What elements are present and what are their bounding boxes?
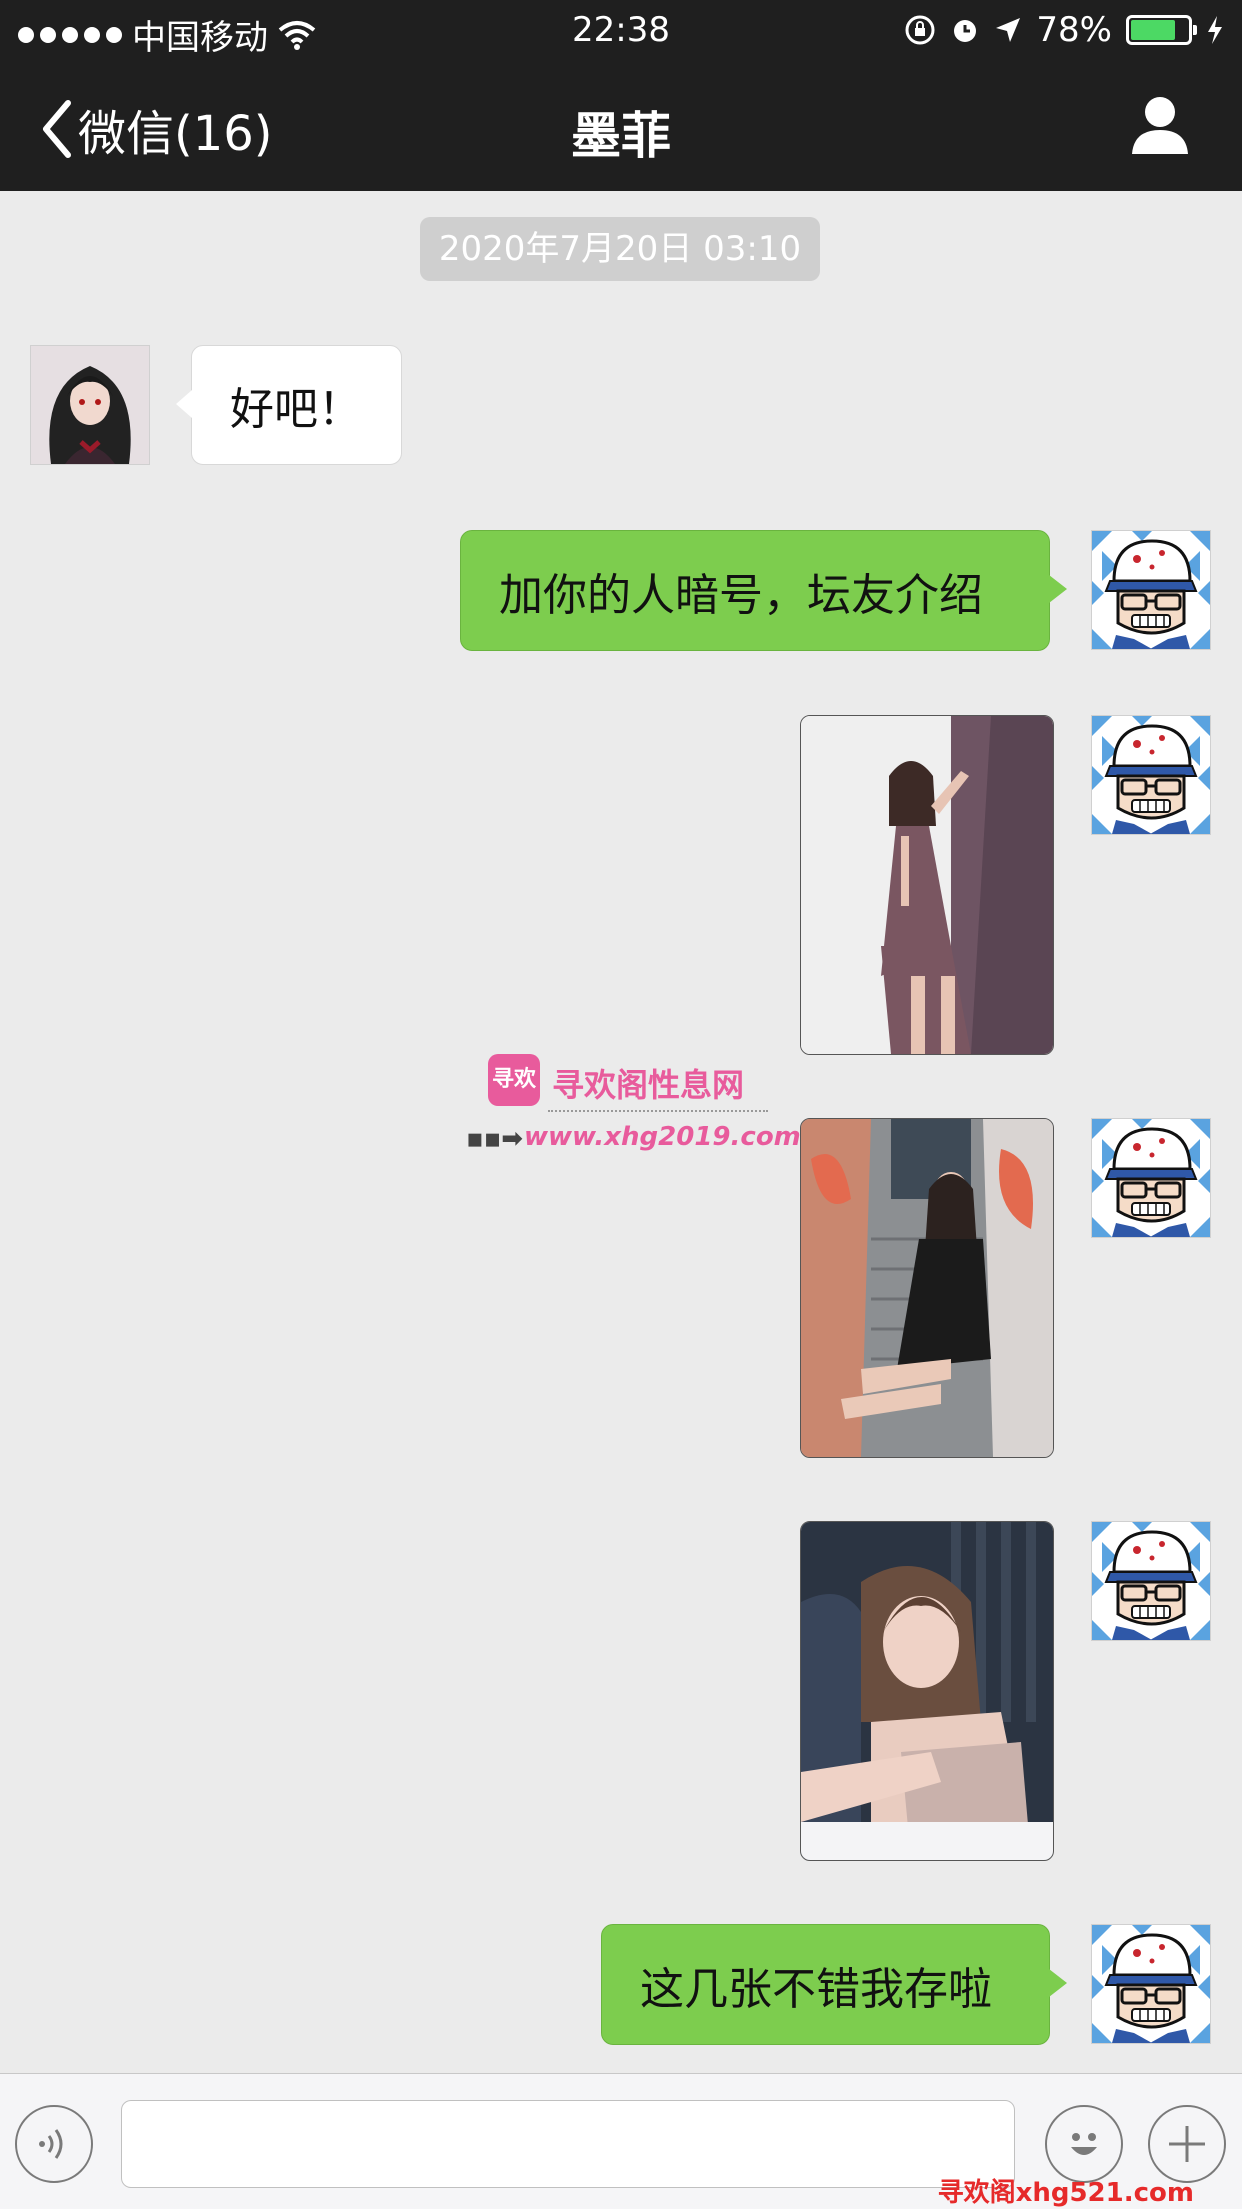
- cartoon-avatar-icon: [1092, 1522, 1210, 1640]
- message-input[interactable]: [121, 2100, 1015, 2188]
- watermark: 寻欢 寻欢阁性息网 ▪▪➡ www.xhg2019.com: [466, 1052, 801, 1162]
- chat-timestamp: 2020年7月20日 03:10: [420, 217, 820, 281]
- watermark-url: www.xhg2019.com: [524, 1122, 801, 1152]
- message-bubble-received[interactable]: 好吧！: [176, 345, 402, 465]
- voice-button[interactable]: [15, 2105, 93, 2183]
- emoji-icon: [1071, 2133, 1097, 2155]
- chat-title: 墨菲: [571, 107, 671, 165]
- footer-watermark: 寻欢阁xhg521.com: [937, 2178, 1194, 2208]
- cartoon-avatar-icon: [1092, 531, 1210, 649]
- message-text: 这几张不错我存啦: [640, 1963, 992, 2015]
- contact-avatar[interactable]: [30, 345, 150, 465]
- message-text: 加你的人暗号，坛友介绍: [499, 569, 983, 621]
- photo-1-image: [801, 716, 1053, 1054]
- status-bar: 中国移动 22:38 78%: [0, 0, 1242, 64]
- voice-icon: [39, 2129, 63, 2159]
- profile-icon[interactable]: [1130, 94, 1190, 156]
- watermark-divider: [548, 1110, 768, 1112]
- photo-2-image: [801, 1119, 1053, 1457]
- my-avatar[interactable]: [1091, 1118, 1211, 1238]
- photo-message-1[interactable]: [800, 715, 1054, 1055]
- my-avatar[interactable]: [1091, 1924, 1211, 2044]
- photo-message-2[interactable]: [800, 1118, 1054, 1458]
- rotation-lock-icon: [905, 15, 935, 45]
- photo-message-3[interactable]: [800, 1521, 1054, 1861]
- cartoon-avatar-icon: [1092, 1925, 1210, 2043]
- my-avatar[interactable]: [1091, 715, 1211, 835]
- nav-bar: 微信(16) 墨菲: [0, 64, 1242, 191]
- my-avatar[interactable]: [1091, 1521, 1211, 1641]
- location-arrow-icon: [996, 18, 1021, 42]
- charging-bolt-icon: [1208, 16, 1222, 44]
- message-bubble-sent[interactable]: 这几张不错我存啦: [601, 1924, 1067, 2045]
- alarm-icon: [954, 20, 977, 42]
- watermark-logo: 寻欢: [488, 1054, 540, 1106]
- status-indicators: 78%: [904, 10, 1224, 50]
- cartoon-avatar-icon: [1092, 716, 1210, 834]
- my-avatar[interactable]: [1091, 530, 1211, 650]
- contact-avatar-image: [31, 346, 149, 464]
- arrow-right-icon: ▪▪➡: [466, 1124, 524, 1154]
- message-bubble-sent[interactable]: 加你的人暗号，坛友介绍: [460, 530, 1067, 651]
- cartoon-avatar-icon: [1092, 1119, 1210, 1237]
- battery-percent: 78%: [1036, 10, 1112, 50]
- battery-icon: [1126, 15, 1197, 45]
- plus-icon: [1169, 2126, 1205, 2162]
- message-text: 好吧！: [230, 384, 362, 435]
- photo-3-image: [801, 1522, 1053, 1860]
- watermark-title: 寻欢阁性息网: [552, 1066, 745, 1104]
